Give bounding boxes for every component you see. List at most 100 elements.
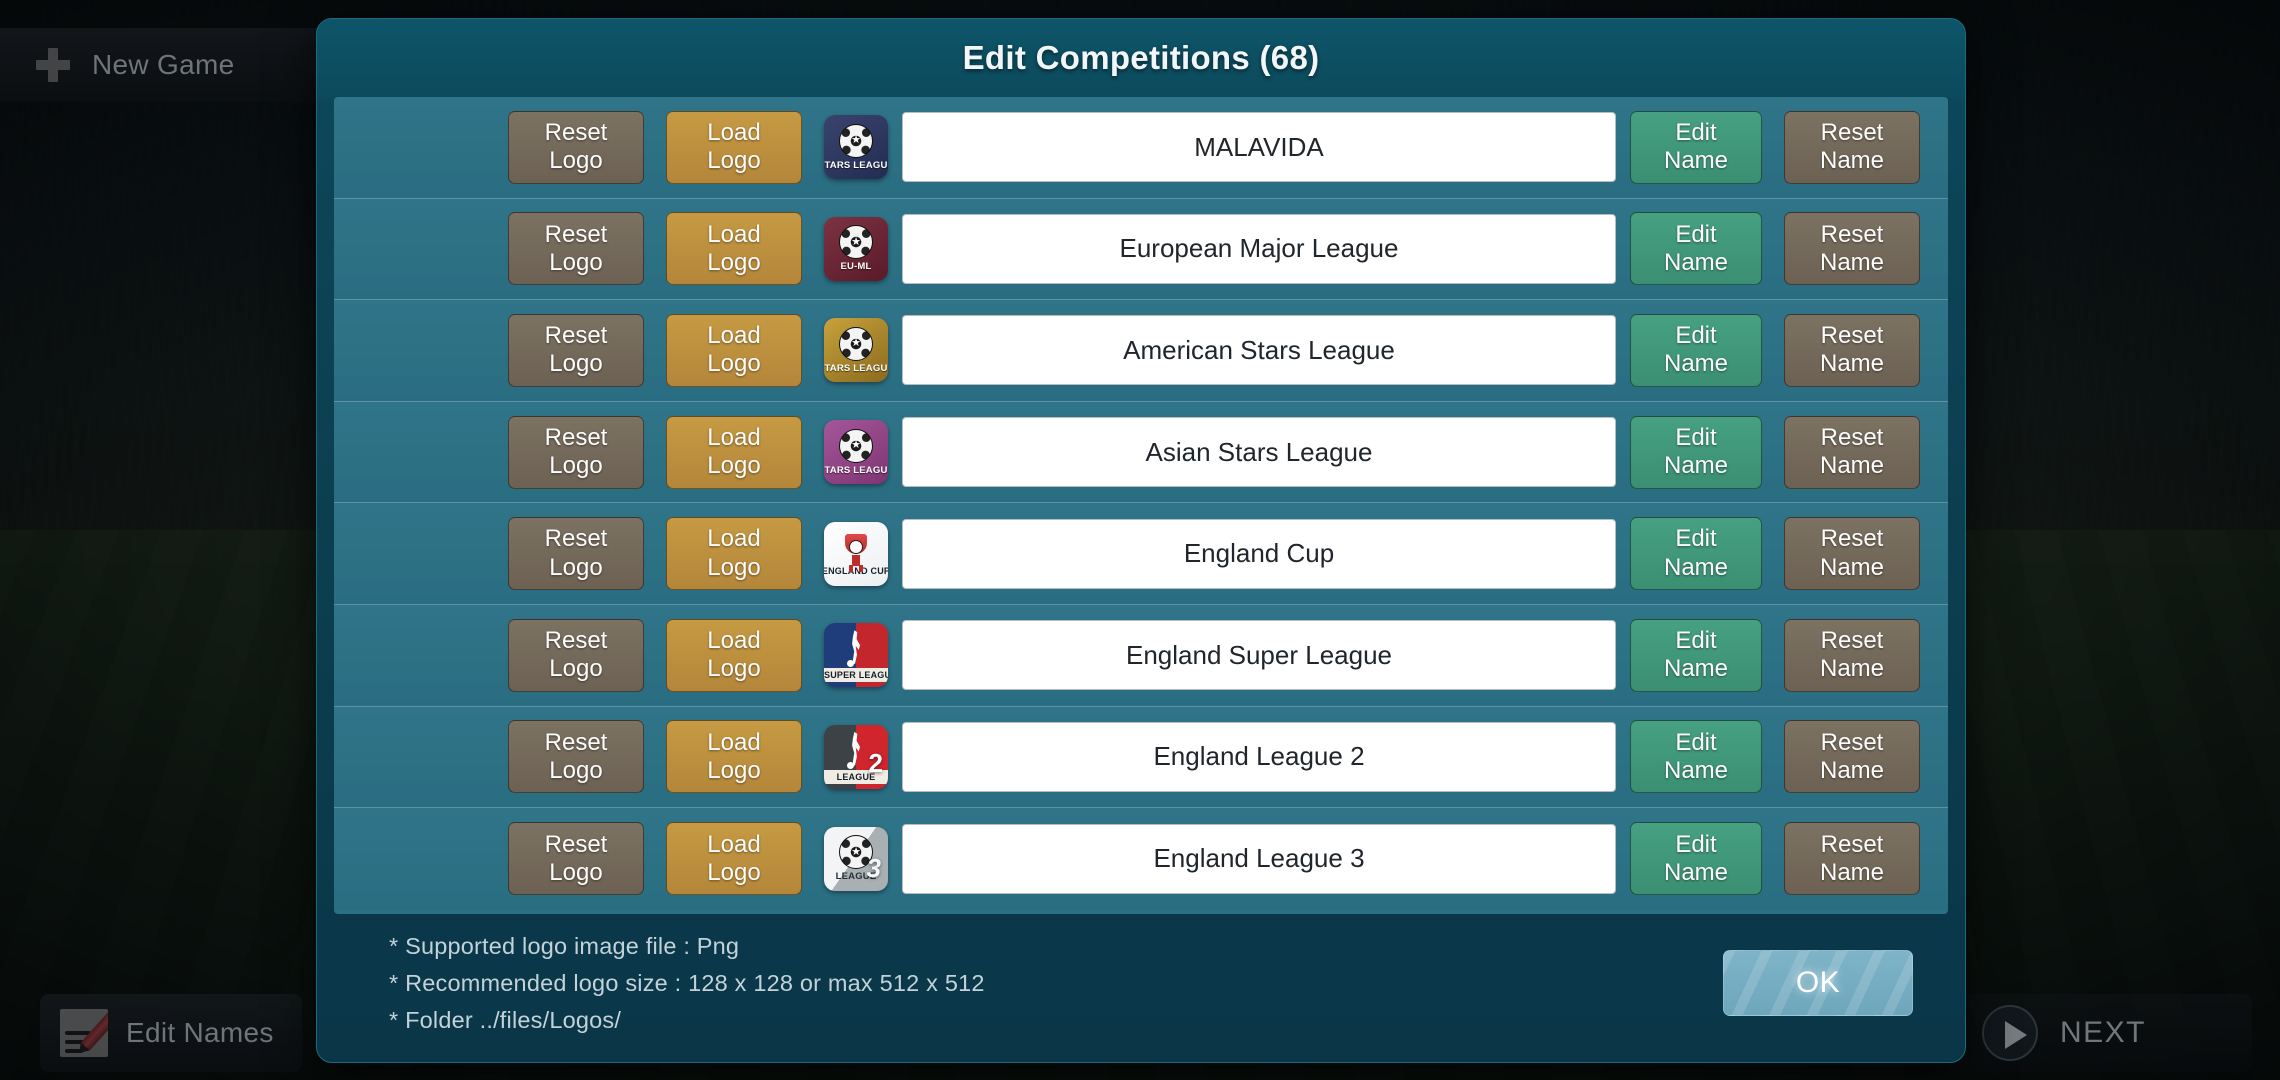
player-silhouette-icon <box>843 628 869 668</box>
load-logo-button-line: Logo <box>707 858 761 886</box>
reset-logo-button[interactable]: Reset Logo <box>508 415 644 489</box>
edit-name-button-line: Edit <box>1675 220 1717 248</box>
load-logo-button-line: Load <box>707 525 761 553</box>
reset-name-button-line: Name <box>1819 553 1885 581</box>
reset-name-button[interactable]: Reset Name <box>1784 212 1920 286</box>
edit-name-button[interactable]: Edit Name <box>1630 517 1762 591</box>
reset-logo-button[interactable]: Reset Logo <box>508 517 644 591</box>
competition-logo[interactable]: SUPER LEAGUE <box>824 623 888 688</box>
reset-logo-button[interactable]: Reset Logo <box>508 313 644 387</box>
load-logo-button[interactable]: Load Logo <box>666 720 802 794</box>
competition-logo-caption: EU-ML <box>840 261 872 273</box>
load-logo-button-line: Logo <box>707 147 761 175</box>
reset-logo-button[interactable]: Reset Logo <box>508 822 644 896</box>
load-logo-button[interactable]: Load Logo <box>666 517 802 591</box>
competition-logo-caption: ENGLAND CUP <box>824 565 888 576</box>
reset-name-button[interactable]: Reset Name <box>1784 822 1920 896</box>
competition-name-field[interactable]: Asian Stars League <box>902 417 1616 488</box>
reset-logo-button[interactable]: Reset Logo <box>508 618 644 692</box>
edit-name-button-line: Name <box>1663 452 1729 480</box>
edit-name-button-line: Name <box>1663 248 1729 276</box>
ok-button[interactable]: OK <box>1723 950 1913 1016</box>
edit-name-button[interactable]: Edit Name <box>1630 822 1762 896</box>
competition-logo[interactable]: EU-ML <box>824 216 888 281</box>
edit-name-button[interactable]: Edit Name <box>1630 110 1762 184</box>
edit-names-button[interactable]: Edit Names <box>40 994 302 1072</box>
dialog-header: Edit Competitions (68) <box>317 19 1965 97</box>
edit-name-button[interactable]: Edit Name <box>1630 313 1762 387</box>
reset-logo-button[interactable]: Reset Logo <box>508 110 644 184</box>
reset-logo-button[interactable]: Reset Logo <box>508 720 644 794</box>
load-logo-button-line: Load <box>707 830 761 858</box>
reset-logo-button-line: Logo <box>549 248 603 276</box>
reset-name-button[interactable]: Reset Name <box>1784 415 1920 489</box>
competitions-list[interactable]: ResetLogoLoadLogoSTARS LEAGUEMALAVIDAEdi… <box>334 97 1948 914</box>
reset-logo-button-line: Reset <box>544 830 608 858</box>
load-logo-button[interactable]: Load Logo <box>666 313 802 387</box>
competition-name-field[interactable]: England League 2 <box>902 721 1616 792</box>
edit-name-button-line: Edit <box>1675 626 1717 654</box>
reset-logo-button-line: Logo <box>549 350 603 378</box>
reset-logo-button-line: Logo <box>549 858 603 886</box>
edit-name-button-line: Edit <box>1675 728 1717 756</box>
plus-icon <box>36 48 70 82</box>
reset-logo-button-line: Reset <box>544 525 608 553</box>
competitions-list-container: ResetLogoLoadLogoSTARS LEAGUEMALAVIDAEdi… <box>334 97 1948 914</box>
competition-logo[interactable]: STARS LEAGUE <box>824 318 888 383</box>
edit-name-button-line: Name <box>1663 655 1729 683</box>
competition-name-field[interactable]: European Major League <box>902 213 1616 284</box>
competition-name-field[interactable]: England League 3 <box>902 823 1616 894</box>
load-logo-button-line: Logo <box>707 350 761 378</box>
load-logo-button[interactable]: Load Logo <box>666 618 802 692</box>
competition-logo[interactable]: STARS LEAGUE <box>824 420 888 485</box>
edit-name-button-line: Edit <box>1675 525 1717 553</box>
reset-name-button-line: Name <box>1819 350 1885 378</box>
reset-name-button-line: Reset <box>1820 626 1884 654</box>
competition-row: Reset Logo Load Logo LEAGUE 2 England League 2… <box>334 706 1948 809</box>
reset-name-button[interactable]: Reset Name <box>1784 110 1920 184</box>
competition-logo[interactable]: STARS LEAGUE <box>824 115 888 180</box>
player-silhouette-icon <box>843 730 869 770</box>
competition-logo-number: 3 <box>866 852 881 883</box>
competition-logo-number: 2 <box>868 747 883 778</box>
competition-name-field[interactable]: England Cup <box>902 518 1616 589</box>
reset-logo-button-line: Logo <box>549 655 603 683</box>
competition-logo[interactable]: LEAGUE3 <box>824 826 888 891</box>
soccer-ball-icon <box>839 225 873 260</box>
reset-name-button[interactable]: Reset Name <box>1784 517 1920 591</box>
reset-logo-button-line: Logo <box>549 756 603 784</box>
reset-logo-button-line: Reset <box>544 626 608 654</box>
competition-name-field[interactable]: MALAVIDA <box>902 112 1616 183</box>
edit-name-button[interactable]: Edit Name <box>1630 212 1762 286</box>
reset-logo-button[interactable]: Reset Logo <box>508 212 644 286</box>
competition-logo[interactable]: ENGLAND CUP <box>824 521 888 586</box>
load-logo-button[interactable]: Load Logo <box>666 110 802 184</box>
reset-name-button-line: Name <box>1819 655 1885 683</box>
play-icon <box>1982 1005 2038 1061</box>
load-logo-button-line: Load <box>707 118 761 146</box>
load-logo-button-line: Load <box>707 728 761 756</box>
next-button[interactable]: NEXT <box>1952 994 2252 1072</box>
edit-name-button-line: Name <box>1663 350 1729 378</box>
soccer-ball-icon <box>839 123 873 158</box>
reset-name-button[interactable]: Reset Name <box>1784 720 1920 794</box>
reset-name-button-line: Reset <box>1820 728 1884 756</box>
next-label: NEXT <box>2060 1016 2147 1049</box>
competition-logo[interactable]: LEAGUE 2 <box>824 724 888 789</box>
load-logo-button[interactable]: Load Logo <box>666 415 802 489</box>
reset-name-button[interactable]: Reset Name <box>1784 618 1920 692</box>
note-line: * Folder ../files/Logos/ <box>389 1006 622 1033</box>
load-logo-button-line: Load <box>707 423 761 451</box>
competition-row: ResetLogoLoadLogoLEAGUE3England League 3… <box>334 808 1948 910</box>
soccer-ball-icon <box>839 428 873 463</box>
competition-name-field[interactable]: England Super League <box>902 620 1616 691</box>
edit-name-button[interactable]: Edit Name <box>1630 720 1762 794</box>
edit-name-button[interactable]: Edit Name <box>1630 618 1762 692</box>
competition-name-field[interactable]: American Stars League <box>902 315 1616 386</box>
edit-name-button[interactable]: Edit Name <box>1630 415 1762 489</box>
load-logo-button[interactable]: Load Logo <box>666 822 802 896</box>
reset-name-button[interactable]: Reset Name <box>1784 313 1920 387</box>
competition-row: ResetLogo LoadLogo STARS LEAGUEAmerican St… <box>334 300 1948 402</box>
load-logo-button[interactable]: Load Logo <box>666 212 802 286</box>
edit-pencil-icon <box>60 1009 108 1057</box>
